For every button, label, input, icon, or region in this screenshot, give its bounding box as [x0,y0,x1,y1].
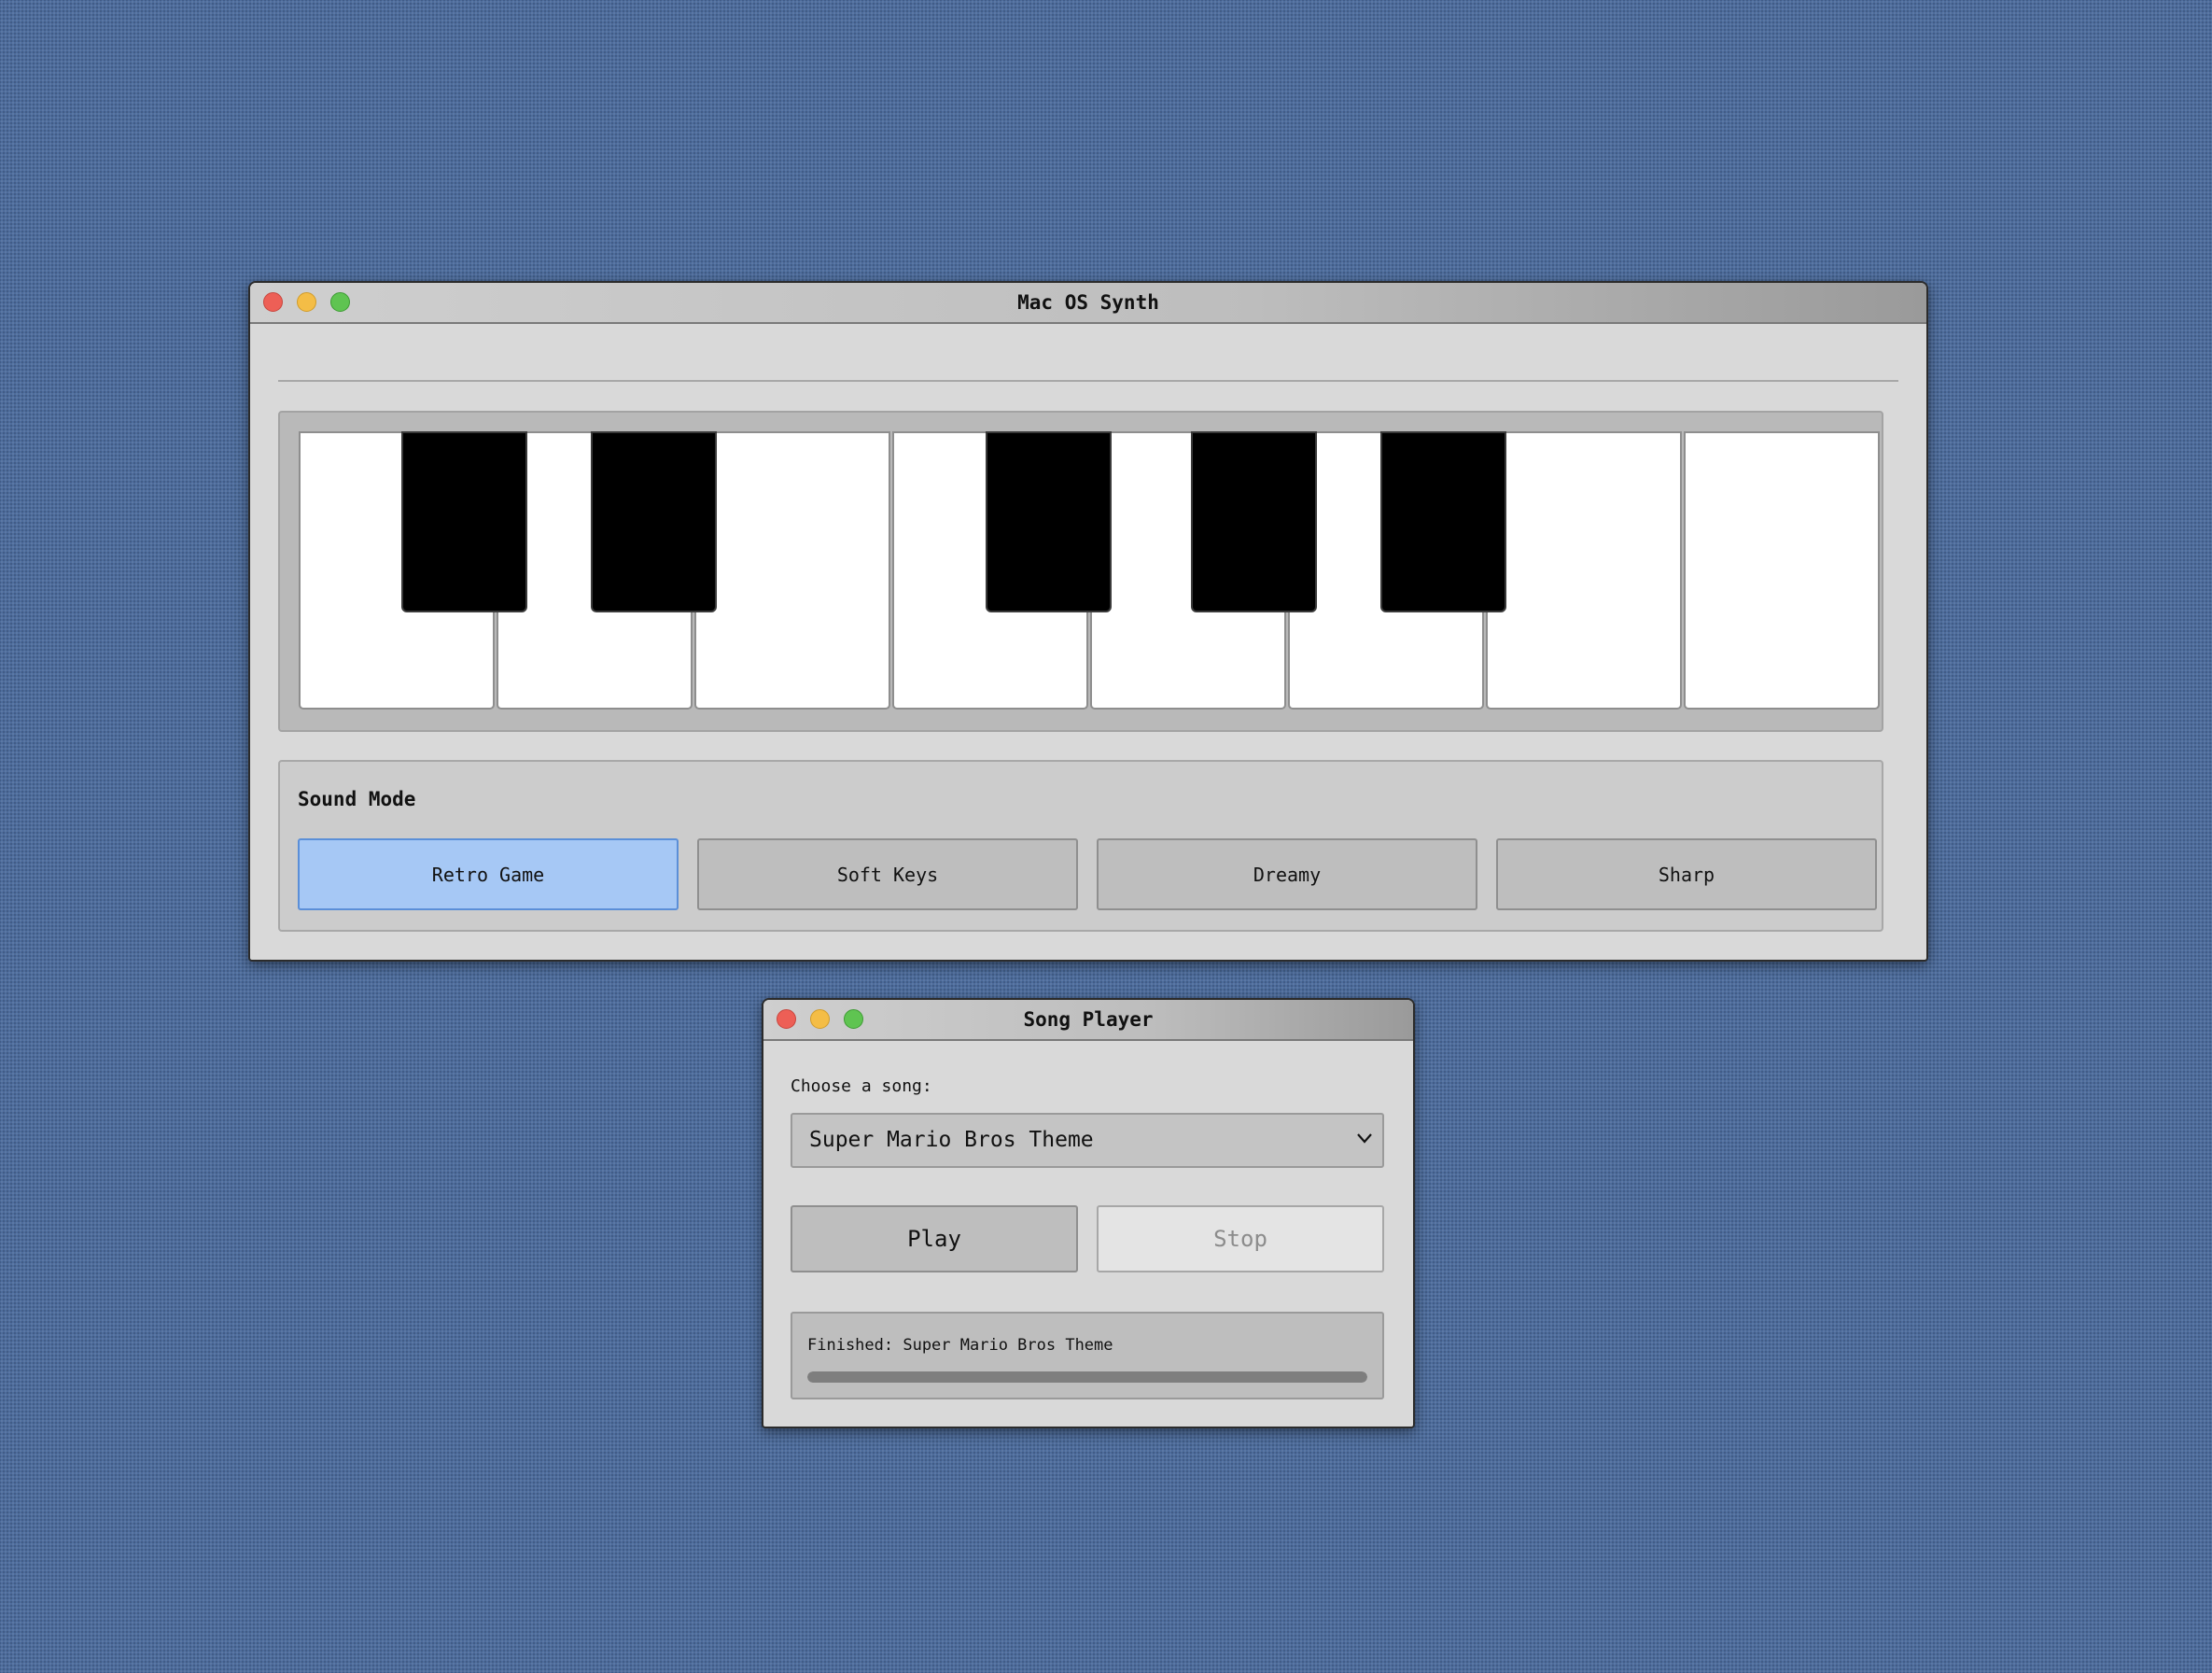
song-player-window: Song Player Choose a song: Super Mario B… [762,998,1415,1428]
mode-button-sharp[interactable]: Sharp [1496,838,1877,910]
mode-button-retro-game[interactable]: Retro Game [298,838,679,910]
mode-button-dreamy[interactable]: Dreamy [1097,838,1477,910]
mode-button-soft-keys[interactable]: Soft Keys [697,838,1078,910]
titlebar[interactable]: Mac OS Synth [250,283,1926,324]
black-key[interactable] [1380,431,1506,612]
black-key[interactable] [986,431,1112,612]
song-select-value: Super Mario Bros Theme [809,1128,1094,1152]
window-title: Mac OS Synth [1017,291,1159,314]
black-key[interactable] [1191,431,1317,612]
black-key[interactable] [401,431,527,612]
white-key[interactable] [1486,431,1682,710]
chevron-down-icon [1357,1133,1372,1144]
white-key[interactable] [1684,431,1880,710]
synth-window: Mac OS Synth Sound Mode Retro Game Soft … [248,281,1928,962]
status-text: Finished: Super Mario Bros Theme [807,1336,1113,1355]
progress-fill [807,1371,1367,1383]
play-button[interactable]: Play [791,1205,1078,1272]
stop-button[interactable]: Stop [1097,1205,1384,1272]
window-title: Song Player [1023,1008,1154,1031]
sound-mode-panel: Sound Mode Retro Game Soft Keys Dreamy S… [278,760,1883,932]
white-key[interactable] [694,431,890,710]
progress-bar [807,1371,1367,1383]
titlebar[interactable]: Song Player [763,1000,1413,1041]
piano-keyboard [278,411,1883,732]
choose-song-label: Choose a song: [791,1076,932,1096]
sound-mode-label: Sound Mode [298,788,416,810]
black-key[interactable] [591,431,717,612]
status-panel: Finished: Super Mario Bros Theme [791,1312,1384,1399]
divider [278,380,1898,382]
song-select[interactable]: Super Mario Bros Theme [791,1113,1384,1168]
